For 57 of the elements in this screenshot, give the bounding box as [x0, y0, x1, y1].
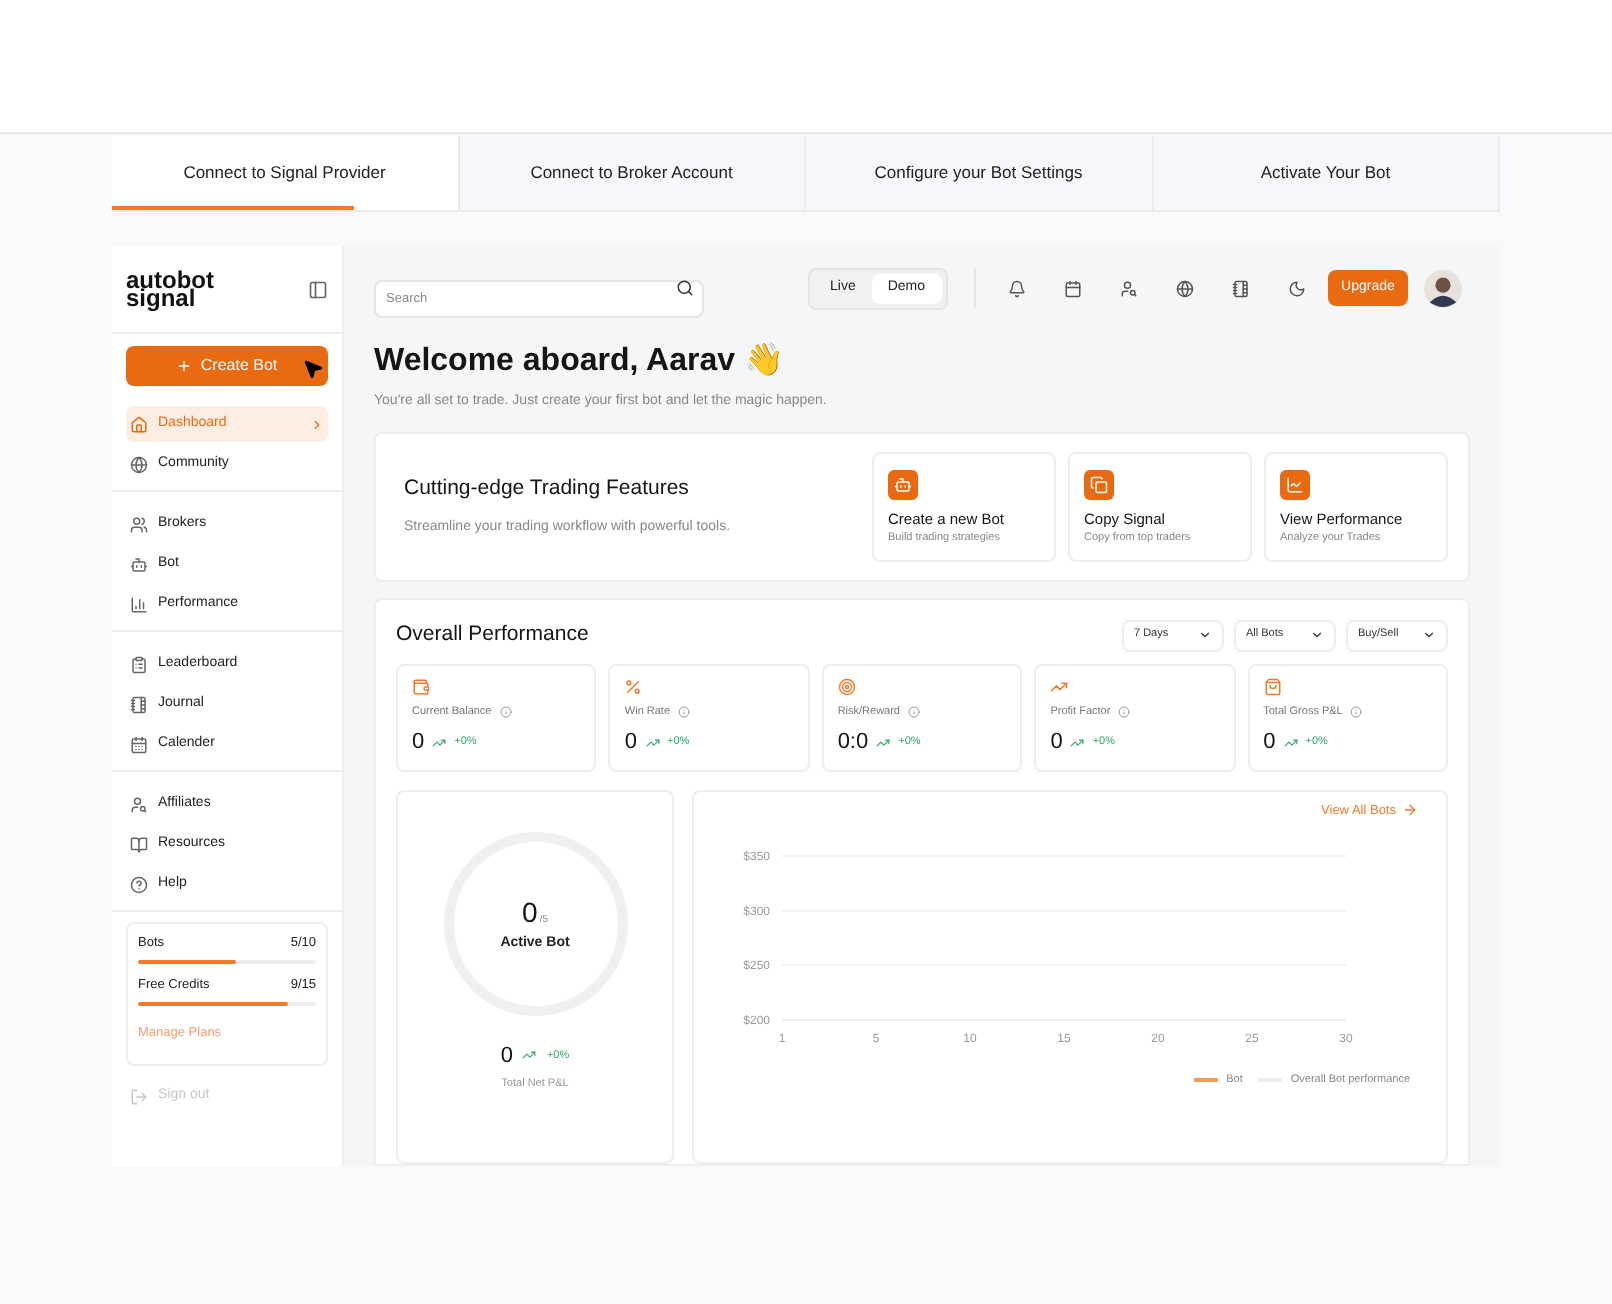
- target-icon: [837, 677, 856, 695]
- users-icon[interactable]: [1119, 279, 1138, 297]
- step-tab[interactable]: Activate Your Bot: [1153, 136, 1500, 210]
- home-icon: [130, 415, 148, 433]
- pnl-value: 0: [500, 1041, 513, 1071]
- globe-icon: [130, 455, 148, 473]
- sign-out-icon: [130, 1088, 148, 1106]
- chevron-down-icon: [1310, 628, 1324, 642]
- cursor-icon: [302, 358, 324, 380]
- chevron-down-icon: [1198, 628, 1212, 642]
- step-tab[interactable]: Configure your Bot Settings: [806, 136, 1153, 210]
- trend-up-icon: [1283, 735, 1298, 749]
- help-icon: [130, 875, 148, 893]
- stat-value: 0: [412, 727, 425, 758]
- bar-chart-icon: [130, 595, 148, 613]
- plus-icon: [176, 358, 193, 374]
- bell-icon[interactable]: [1007, 279, 1026, 297]
- features-title: Cutting-edge Trading Features: [404, 473, 691, 504]
- stat-value: 0:0: [837, 727, 869, 758]
- calendar-icon[interactable]: [1063, 279, 1082, 297]
- logo: autobot signal: [126, 271, 214, 307]
- robot-icon: [130, 555, 148, 573]
- stat-value: 0: [1050, 727, 1063, 758]
- active-count: 0: [522, 893, 538, 932]
- wallet-icon: [412, 677, 430, 695]
- step-tab[interactable]: Connect to Broker Account: [459, 136, 806, 210]
- arrow-right-icon: [1402, 802, 1418, 819]
- moon-icon[interactable]: [1287, 279, 1306, 297]
- avatar[interactable]: [1424, 269, 1463, 307]
- trend-up-icon: [645, 735, 660, 749]
- line-chart-icon: [1280, 469, 1310, 499]
- copy-icon: [1084, 469, 1114, 499]
- bag-icon: [1263, 677, 1282, 695]
- clipboard-icon: [130, 655, 148, 673]
- sidebar-toggle-icon[interactable]: [308, 279, 328, 299]
- calendar-icon: [130, 735, 148, 753]
- welcome-title: Welcome aboard, Aarav 👋: [374, 340, 786, 382]
- search-icon: [676, 279, 694, 297]
- trend-up-icon: [876, 735, 891, 749]
- globe-icon[interactable]: [1175, 279, 1194, 297]
- robot-icon: [888, 469, 918, 499]
- trend-up-icon: [1050, 677, 1069, 695]
- performance-title: Overall Performance: [396, 619, 591, 650]
- stat-value: 0: [624, 727, 638, 758]
- users-icon: [130, 515, 148, 533]
- trend-up-icon: [432, 735, 447, 749]
- chevron-down-icon: [1422, 628, 1436, 642]
- notebook-icon[interactable]: [1231, 279, 1250, 297]
- percent-icon: [624, 677, 643, 695]
- user-search-icon: [130, 795, 148, 813]
- chevron-icon: [310, 417, 324, 431]
- trend-up-icon: [1070, 735, 1085, 749]
- notebook-icon: [130, 695, 148, 713]
- trend-up-icon: [522, 1048, 537, 1063]
- step-tab[interactable]: Connect to Signal Provider: [112, 136, 459, 210]
- book-icon: [130, 835, 148, 853]
- stat-value: 0: [1263, 727, 1276, 758]
